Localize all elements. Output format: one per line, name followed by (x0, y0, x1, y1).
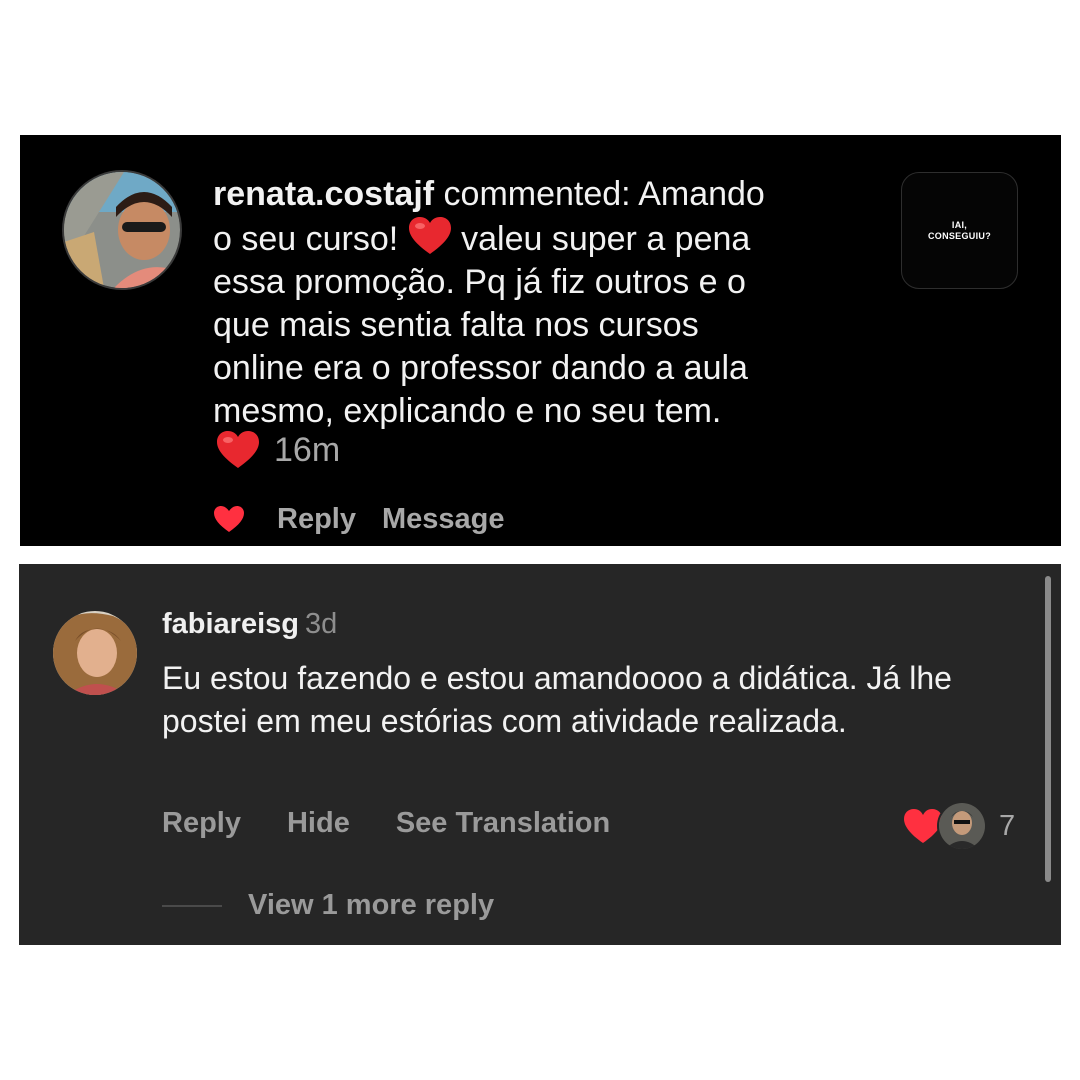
red-heart-emoji-icon (217, 431, 259, 468)
avatar[interactable] (53, 611, 137, 695)
liker-avatar (937, 801, 987, 851)
see-translation-button[interactable]: See Translation (396, 807, 610, 840)
hide-button[interactable]: Hide (287, 807, 350, 840)
notification-panel: renata.costajf commented: Amando o seu c… (20, 135, 1061, 546)
like-count: 7 (999, 809, 1016, 842)
thumbnail-text: IAI, (951, 219, 968, 230)
reply-button[interactable]: Reply (277, 503, 356, 536)
comment-actions: Reply Hide See Translation (162, 807, 656, 840)
reply-button[interactable]: Reply (162, 807, 241, 840)
scrollbar[interactable] (1045, 576, 1051, 882)
thumbnail-text: CONSEGUIU? (927, 230, 991, 241)
comment-actions: Reply Message (213, 499, 531, 539)
view-more-replies[interactable]: View 1 more reply (162, 889, 494, 922)
avatar[interactable] (64, 172, 180, 288)
comment-text: renata.costajf commented: Amando o seu c… (213, 175, 765, 430)
divider (162, 904, 222, 907)
username[interactable]: fabiareisg (162, 608, 299, 640)
avatar-photo (64, 172, 180, 288)
message-button[interactable]: Message (382, 503, 505, 536)
post-thumbnail[interactable]: IAI, CONSEGUIU? (901, 172, 1018, 289)
comment-header: fabiareisg 3d (162, 608, 337, 641)
comment-text: Eu estou fazendo e estou amandoooo a did… (162, 660, 952, 739)
timestamp: 3d (305, 608, 338, 640)
likes-summary[interactable]: 7 (903, 800, 1015, 852)
red-heart-emoji-icon (408, 217, 451, 254)
comment-panel: fabiareisg 3d Eu estou fazendo e estou am… (19, 564, 1061, 945)
username[interactable]: renata.costajf (213, 175, 434, 213)
heart-icon[interactable] (213, 505, 245, 533)
view-more-label: View 1 more reply (248, 889, 495, 921)
timestamp: 16m (274, 430, 341, 469)
avatar-photo (53, 611, 137, 695)
reaction-time-row: 16m (216, 427, 340, 473)
